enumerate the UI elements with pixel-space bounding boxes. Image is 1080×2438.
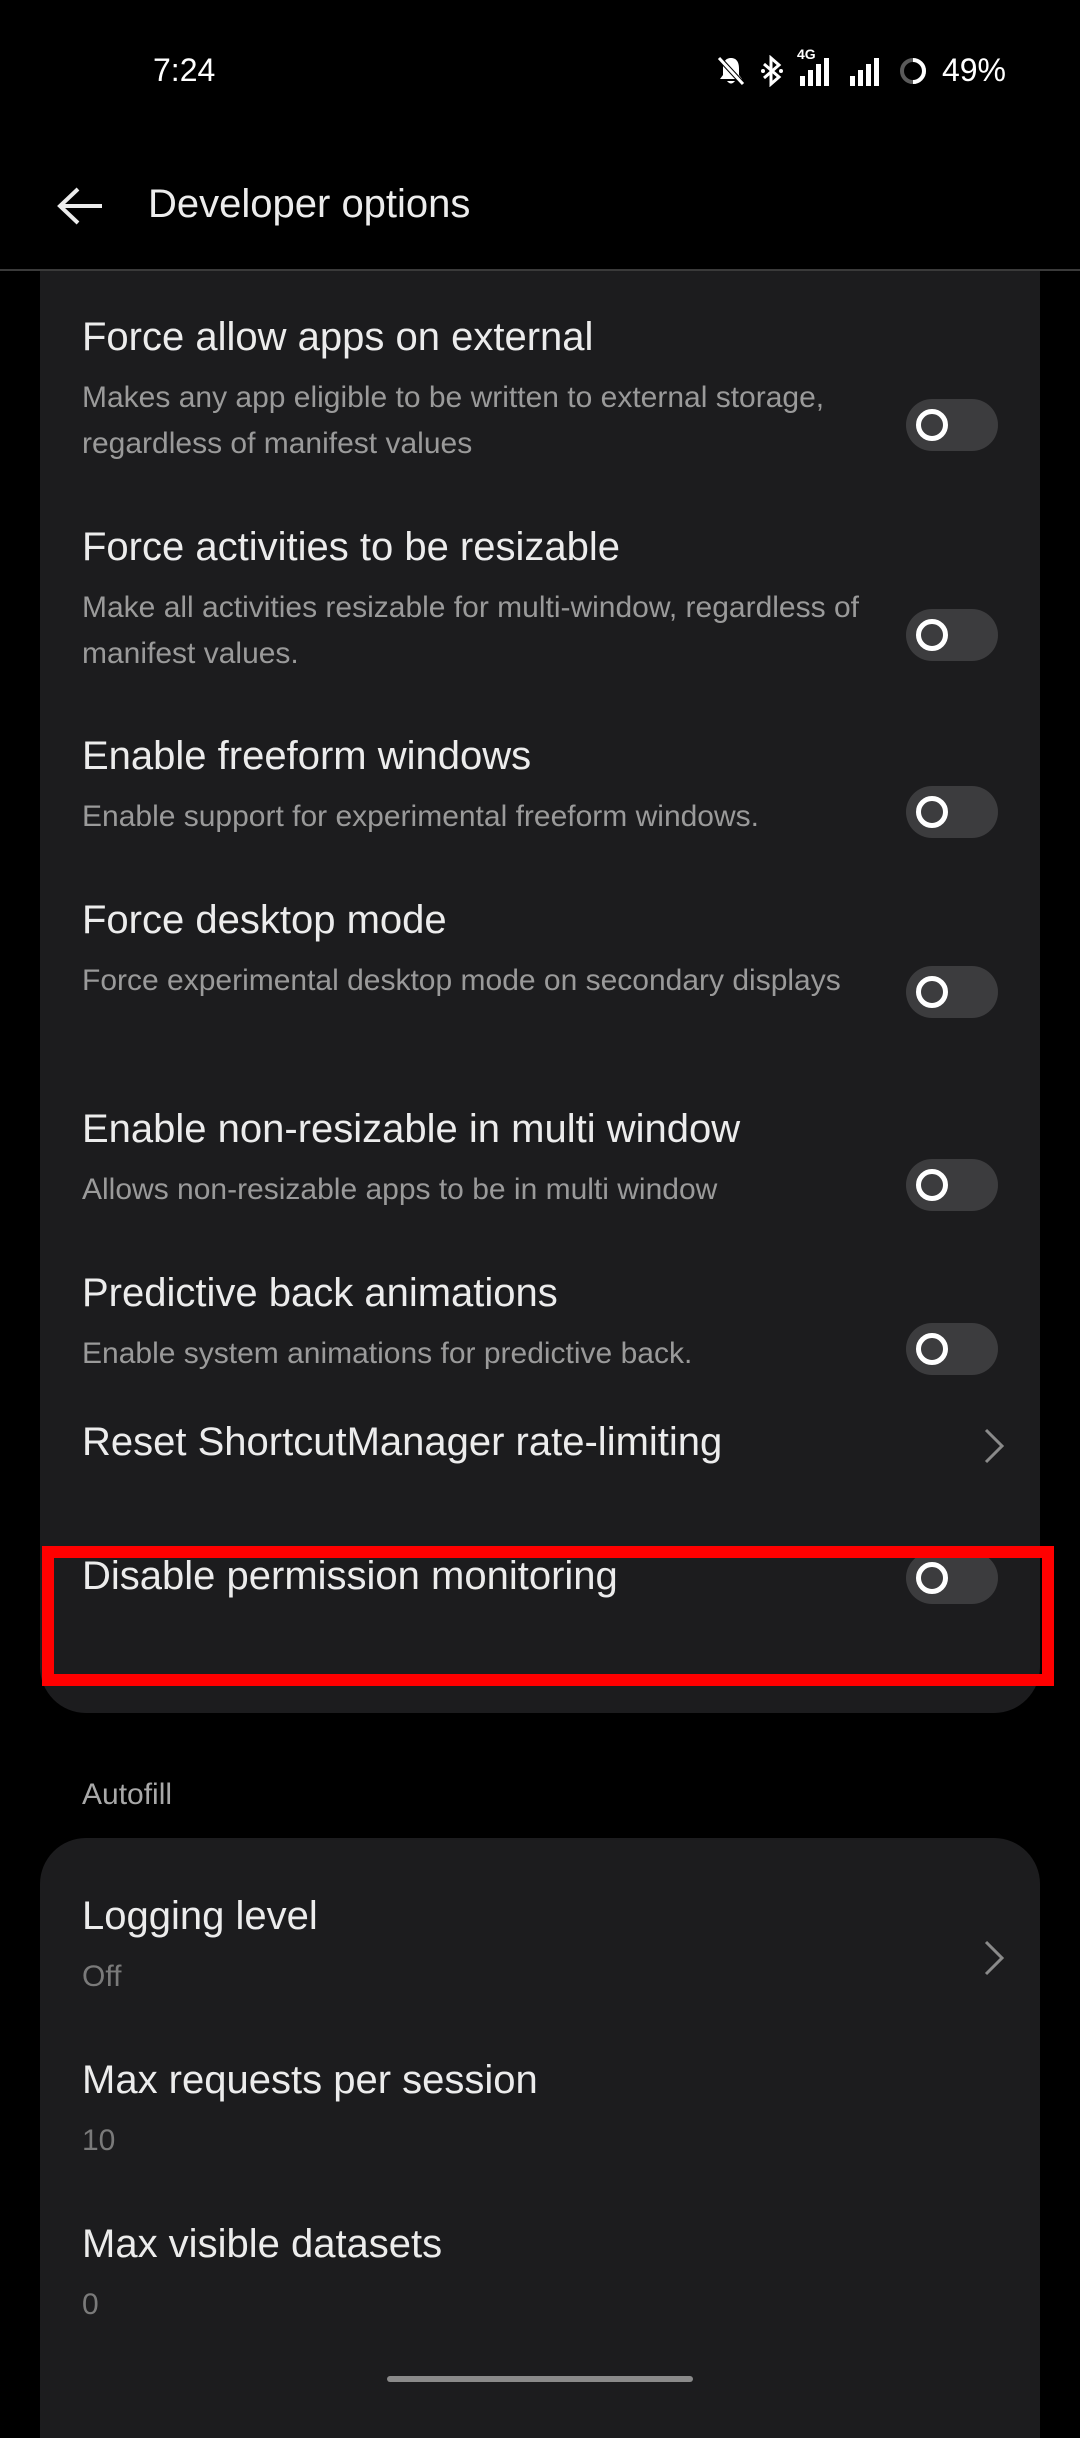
setting-title: Max visible datasets — [82, 2222, 443, 2266]
setting-title: Enable freeform windows — [82, 734, 532, 778]
page-title: Developer options — [148, 182, 471, 226]
setting-title: Max requests per session — [82, 2058, 538, 2102]
toggle-knob — [916, 409, 948, 441]
setting-subtitle: Makes any app eligible to be written to … — [82, 381, 825, 460]
setting-title: Enable non-resizable in multi window — [82, 1107, 741, 1151]
toggle-knob — [916, 1562, 948, 1594]
setting-subtitle: Make all activities resizable for multi-… — [82, 591, 859, 670]
toggle-knob — [916, 1169, 948, 1201]
setting-force-activities-resizable[interactable]: Force activities to be resizable Make al… — [40, 525, 1040, 711]
setting-title: Force activities to be resizable — [82, 525, 621, 569]
setting-enable-freeform-windows[interactable]: Enable freeform windows Enable support f… — [40, 734, 1040, 854]
toggle-switch[interactable] — [906, 966, 998, 1018]
toggle-switch[interactable] — [906, 786, 998, 838]
setting-reset-shortcutmanager-rate-limiting[interactable]: Reset ShortcutManager rate-limiting — [40, 1420, 1040, 1520]
app-bar: Developer options — [0, 140, 1080, 270]
setting-title: Reset ShortcutManager rate-limiting — [82, 1420, 723, 1464]
setting-force-desktop-mode[interactable]: Force desktop mode Force experimental de… — [40, 898, 1040, 1084]
setting-value: Off — [82, 1960, 122, 1993]
notifications-muted-icon — [716, 55, 746, 87]
setting-title: Force desktop mode — [82, 898, 447, 942]
setting-title: Predictive back animations — [82, 1271, 558, 1315]
developer-options-card: Force allow apps on external Makes any a… — [40, 271, 1040, 1713]
toggle-switch[interactable] — [906, 1159, 998, 1211]
toggle-switch[interactable] — [906, 399, 998, 451]
gesture-nav-handle[interactable] — [387, 2376, 693, 2382]
toggle-knob — [916, 976, 948, 1008]
section-header-autofill: Autofill — [82, 1778, 173, 1811]
autofill-card: Logging level Off Max requests per sessi… — [40, 1838, 1040, 2438]
bluetooth-icon — [760, 54, 784, 87]
battery-icon — [898, 56, 928, 86]
setting-subtitle: Enable support for experimental freeform… — [82, 800, 759, 833]
setting-value: 10 — [82, 2124, 116, 2157]
back-arrow-icon — [57, 187, 102, 225]
setting-disable-permission-monitoring[interactable]: Disable permission monitoring — [40, 1552, 1040, 1654]
signal-4g-icon: 4G — [795, 45, 834, 88]
toggle-knob — [916, 619, 948, 651]
setting-max-requests-per-session[interactable]: Max requests per session 10 — [40, 2058, 1040, 2168]
toggle-switch[interactable] — [906, 1552, 998, 1604]
toggle-switch[interactable] — [906, 609, 998, 661]
chevron-right-icon — [984, 1940, 1005, 1976]
back-button[interactable] — [44, 170, 116, 242]
toggle-knob — [916, 1333, 948, 1365]
setting-logging-level[interactable]: Logging level Off — [40, 1894, 1040, 2004]
status-bar: 7:24 4G 49% — [0, 0, 1080, 140]
chevron-right-icon — [984, 1428, 1005, 1464]
setting-max-visible-datasets[interactable]: Max visible datasets 0 — [40, 2222, 1040, 2332]
status-icons: 4G 49% — [716, 45, 1006, 89]
toggle-knob — [916, 796, 948, 828]
setting-subtitle: Enable system animations for predictive … — [82, 1337, 693, 1370]
status-time: 7:24 — [153, 52, 216, 88]
setting-subtitle: Force experimental desktop mode on secon… — [82, 964, 841, 997]
setting-title: Logging level — [82, 1894, 318, 1938]
setting-subtitle: Allows non-resizable apps to be in multi… — [82, 1173, 718, 1206]
network-type-label: 4G — [795, 45, 817, 62]
setting-enable-non-resizable-multi-window[interactable]: Enable non-resizable in multi window All… — [40, 1107, 1040, 1227]
signal-strength-icon — [848, 54, 884, 88]
setting-title: Force allow apps on external — [82, 315, 594, 359]
setting-force-allow-apps-on-external[interactable]: Force allow apps on external Makes any a… — [40, 315, 1040, 501]
setting-value: 0 — [82, 2288, 99, 2321]
setting-predictive-back-animations[interactable]: Predictive back animations Enable system… — [40, 1271, 1040, 1391]
battery-percentage: 49% — [941, 52, 1006, 88]
toggle-switch[interactable] — [906, 1323, 998, 1375]
setting-title: Disable permission monitoring — [82, 1554, 618, 1598]
